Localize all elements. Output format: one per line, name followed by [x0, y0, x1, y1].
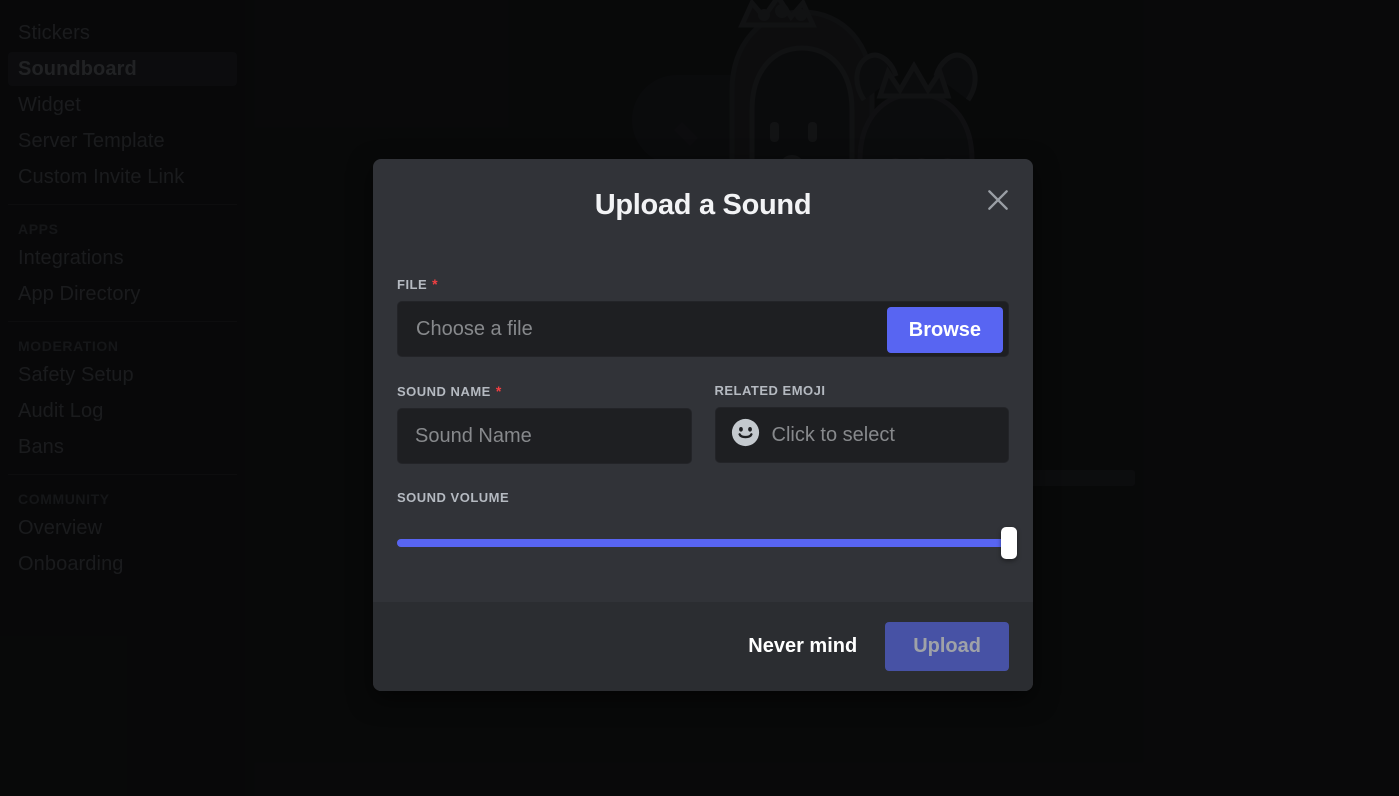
never-mind-button[interactable]: Never mind: [734, 625, 871, 668]
slider-thumb[interactable]: [1001, 527, 1017, 559]
slider-fill: [397, 539, 1009, 547]
sound-volume-slider[interactable]: [397, 514, 1017, 562]
name-and-emoji-row: SOUND NAME * RELATED EMOJI: [397, 383, 1009, 464]
sound-name-label-text: SOUND NAME: [397, 384, 491, 399]
file-required-marker: *: [432, 276, 439, 292]
file-placeholder-text: Choose a file: [416, 317, 533, 340]
modal-footer: Never mind Upload: [373, 602, 1033, 691]
browse-button[interactable]: Browse: [886, 307, 1003, 353]
emoji-select-button[interactable]: Click to select: [714, 407, 1009, 463]
sound-name-required-marker: *: [495, 383, 502, 399]
modal-body: FILE * Choose a file Browse SOUND NAME *: [373, 234, 1033, 602]
sound-volume-label-text: SOUND VOLUME: [397, 490, 510, 505]
close-icon[interactable]: [981, 183, 1015, 217]
upload-button[interactable]: Upload: [885, 622, 1009, 671]
modal-title: Upload a Sound: [594, 189, 812, 221]
file-label-text: FILE: [397, 277, 428, 292]
sound-volume-label: SOUND VOLUME: [397, 490, 1009, 505]
sound-name-label: SOUND NAME *: [397, 383, 692, 399]
related-emoji-column: RELATED EMOJI Click to select: [714, 383, 1010, 464]
related-emoji-label: RELATED EMOJI: [715, 383, 1010, 398]
file-field-label: FILE *: [397, 276, 1009, 292]
emoji-placeholder-text: Click to select: [771, 423, 895, 446]
sound-name-input[interactable]: [397, 408, 692, 464]
app-root: StickersSoundboardWidgetServer TemplateC…: [0, 0, 1399, 796]
smiley-face-icon: [731, 418, 760, 452]
related-emoji-label-text: RELATED EMOJI: [714, 383, 826, 398]
file-input-row[interactable]: Choose a file Browse: [397, 301, 1009, 357]
modal-header: Upload a Sound: [373, 159, 1033, 234]
sound-name-column: SOUND NAME *: [397, 383, 692, 464]
upload-sound-modal: Upload a Sound FILE * Choose a file Brow…: [373, 159, 1033, 691]
